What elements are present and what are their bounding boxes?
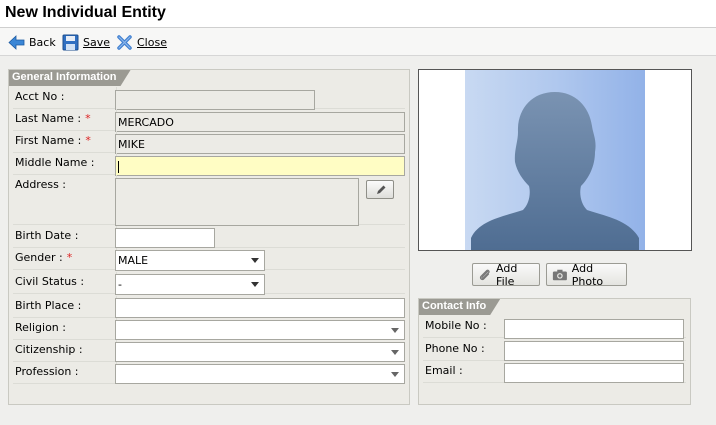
acct-no-field[interactable] bbox=[115, 90, 315, 110]
middle-name-label: Middle Name : bbox=[15, 156, 95, 169]
birth-date-field[interactable] bbox=[115, 228, 215, 248]
close-button[interactable]: Close bbox=[116, 32, 167, 52]
add-file-button[interactable]: Add File bbox=[472, 261, 540, 288]
general-information-title: General Information bbox=[9, 70, 131, 86]
mobile-no-field[interactable] bbox=[504, 319, 684, 339]
civil-status-select[interactable]: - bbox=[115, 274, 265, 295]
acct-no-label: Acct No : bbox=[15, 90, 65, 103]
title-bar: New Individual Entity bbox=[0, 0, 716, 28]
required-marker: * bbox=[85, 112, 91, 125]
phone-no-field[interactable] bbox=[504, 341, 684, 361]
required-marker: * bbox=[85, 134, 91, 147]
back-label: Back bbox=[29, 35, 56, 49]
last-name-label-text: Last Name : bbox=[15, 112, 82, 125]
first-name-field[interactable]: MIKE bbox=[115, 134, 405, 154]
chevron-down-icon bbox=[391, 350, 399, 355]
profession-select[interactable] bbox=[115, 364, 405, 384]
person-silhouette-icon bbox=[471, 92, 639, 250]
profession-label: Profession : bbox=[15, 365, 79, 378]
chevron-down-icon bbox=[391, 372, 399, 377]
floppy-disk-icon bbox=[62, 34, 79, 50]
photo-placeholder bbox=[465, 70, 645, 250]
close-label: Close bbox=[137, 35, 167, 49]
last-name-field[interactable]: MERCADO bbox=[115, 112, 405, 132]
civil-status-value: - bbox=[118, 278, 122, 291]
camera-icon bbox=[552, 269, 567, 280]
save-label: Save bbox=[83, 35, 111, 49]
add-photo-button[interactable]: Add Photo bbox=[546, 261, 627, 288]
chevron-down-icon bbox=[391, 328, 399, 333]
paperclip-icon bbox=[479, 269, 490, 280]
required-marker: * bbox=[66, 251, 73, 264]
gender-label-text: Gender : bbox=[15, 251, 63, 264]
save-button[interactable]: Save bbox=[62, 32, 110, 52]
email-field[interactable] bbox=[504, 363, 684, 383]
birth-place-field[interactable] bbox=[115, 298, 405, 318]
chevron-down-icon bbox=[251, 282, 259, 287]
middle-name-field[interactable] bbox=[115, 156, 405, 176]
birth-place-label: Birth Place : bbox=[15, 299, 82, 312]
back-arrow-icon bbox=[8, 34, 25, 50]
photo-frame bbox=[418, 69, 692, 251]
address-label: Address : bbox=[15, 178, 67, 191]
civil-status-label: Civil Status : bbox=[15, 275, 85, 288]
religion-select[interactable] bbox=[115, 320, 405, 340]
citizenship-label: Citizenship : bbox=[15, 343, 83, 356]
close-x-icon bbox=[117, 34, 132, 50]
back-button[interactable]: Back bbox=[8, 32, 56, 52]
mobile-no-label: Mobile No : bbox=[425, 319, 487, 332]
birth-date-label: Birth Date : bbox=[15, 229, 79, 242]
address-field[interactable] bbox=[115, 178, 359, 226]
edit-address-button[interactable] bbox=[366, 180, 394, 199]
phone-no-label: Phone No : bbox=[425, 342, 485, 355]
first-name-label: First Name : * bbox=[15, 134, 91, 147]
general-information-panel: General Information Acct No : Last Name … bbox=[8, 69, 410, 405]
add-photo-label: Add Photo bbox=[571, 261, 604, 288]
gender-label: Gender : * bbox=[15, 251, 72, 264]
contact-info-panel: Contact Info Mobile No : Phone No : Emai… bbox=[418, 298, 691, 405]
pencil-icon bbox=[377, 185, 386, 194]
add-file-label: Add File bbox=[496, 261, 518, 288]
citizenship-select[interactable] bbox=[115, 342, 405, 362]
last-name-label: Last Name : * bbox=[15, 112, 91, 125]
email-label: Email : bbox=[425, 364, 463, 377]
religion-label: Religion : bbox=[15, 321, 66, 334]
toolbar: Back Save Close bbox=[0, 28, 716, 56]
gender-select[interactable]: MALE bbox=[115, 250, 265, 271]
window-title: New Individual Entity bbox=[5, 4, 166, 21]
chevron-down-icon bbox=[251, 258, 259, 263]
text-cursor bbox=[118, 161, 119, 173]
contact-info-title: Contact Info bbox=[419, 299, 500, 315]
gender-value: MALE bbox=[118, 254, 149, 267]
first-name-label-text: First Name : bbox=[15, 134, 82, 147]
